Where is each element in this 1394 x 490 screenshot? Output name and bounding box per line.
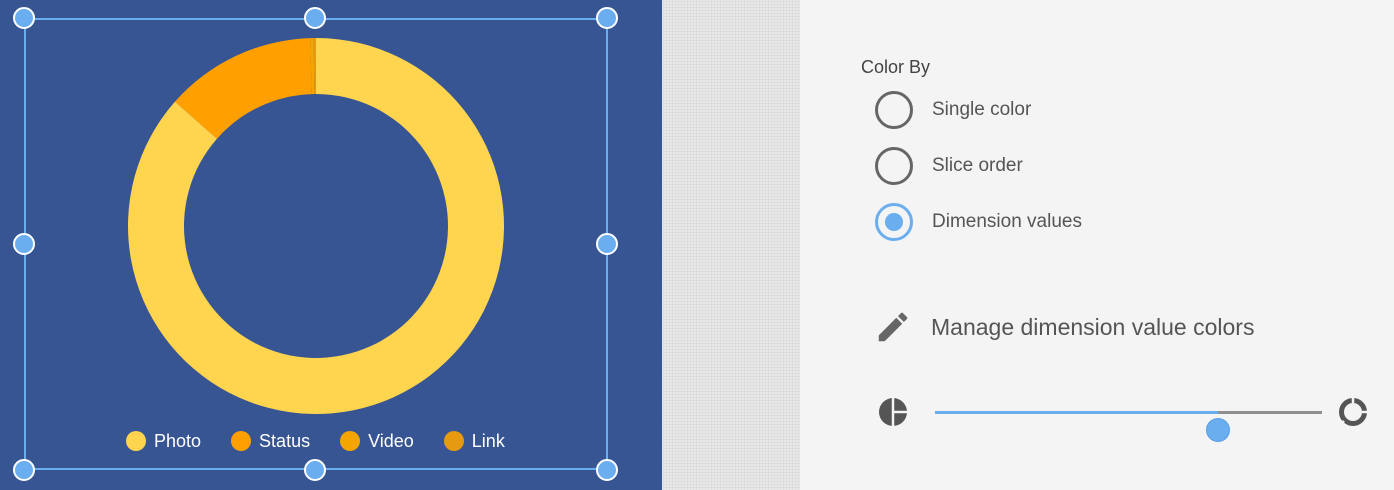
radio-slice-order[interactable] (875, 147, 913, 185)
slider-track[interactable] (935, 411, 1322, 442)
resize-handle-bottom[interactable] (304, 459, 326, 481)
chart-legend: Photo Status Video Link (126, 430, 505, 452)
option-slice-order[interactable]: Slice order (875, 147, 1023, 185)
legend-label: Status (259, 431, 311, 451)
donut-hole-slider[interactable] (878, 395, 1372, 442)
resize-handle-left[interactable] (13, 233, 35, 255)
option-dimension-values[interactable]: Dimension values (875, 203, 1082, 241)
legend-item-status[interactable]: Status (231, 430, 310, 452)
slider-track-fill (935, 411, 1218, 414)
pencil-icon (878, 312, 908, 342)
donut-chart[interactable] (0, 0, 662, 490)
style-panel: Color By Single color Slice order Dimens… (800, 0, 1394, 490)
legend-item-video[interactable]: Video (340, 430, 414, 452)
option-label: Slice order (932, 155, 1023, 176)
resize-handle-right[interactable] (596, 233, 618, 255)
option-label: Dimension values (932, 211, 1082, 232)
option-label: Single color (932, 99, 1032, 120)
legend-item-link[interactable]: Link (443, 430, 505, 452)
manage-colors-label: Manage dimension value colors (931, 314, 1255, 340)
manage-colors-link[interactable]: Manage dimension value colors (874, 308, 1254, 346)
report-canvas[interactable]: Photo Status Video Link (0, 0, 662, 490)
legend-swatch (126, 431, 146, 451)
radio-single-color[interactable] (875, 91, 913, 129)
legend-label: Video (368, 431, 414, 451)
resize-handle-bottom-left[interactable] (13, 459, 35, 481)
legend-item-photo[interactable]: Photo (126, 430, 201, 452)
legend-label: Link (471, 431, 505, 451)
legend-swatch (231, 431, 252, 451)
pie-icon (879, 398, 907, 426)
legend-swatch (340, 431, 361, 451)
resize-handle-top[interactable] (304, 7, 326, 29)
legend-swatch (443, 431, 464, 451)
canvas-margin (662, 0, 800, 490)
resize-handle-top-right[interactable] (596, 7, 618, 29)
resize-handle-top-left[interactable] (13, 7, 35, 29)
color-by-label: Color By (861, 57, 931, 77)
radio-dimension-values[interactable] (875, 203, 913, 241)
option-single-color[interactable]: Single color (875, 91, 1031, 129)
donut-icon (1339, 397, 1368, 426)
slider-thumb[interactable] (1205, 418, 1230, 442)
legend-label: Photo (154, 431, 202, 451)
resize-handle-bottom-right[interactable] (596, 459, 618, 481)
